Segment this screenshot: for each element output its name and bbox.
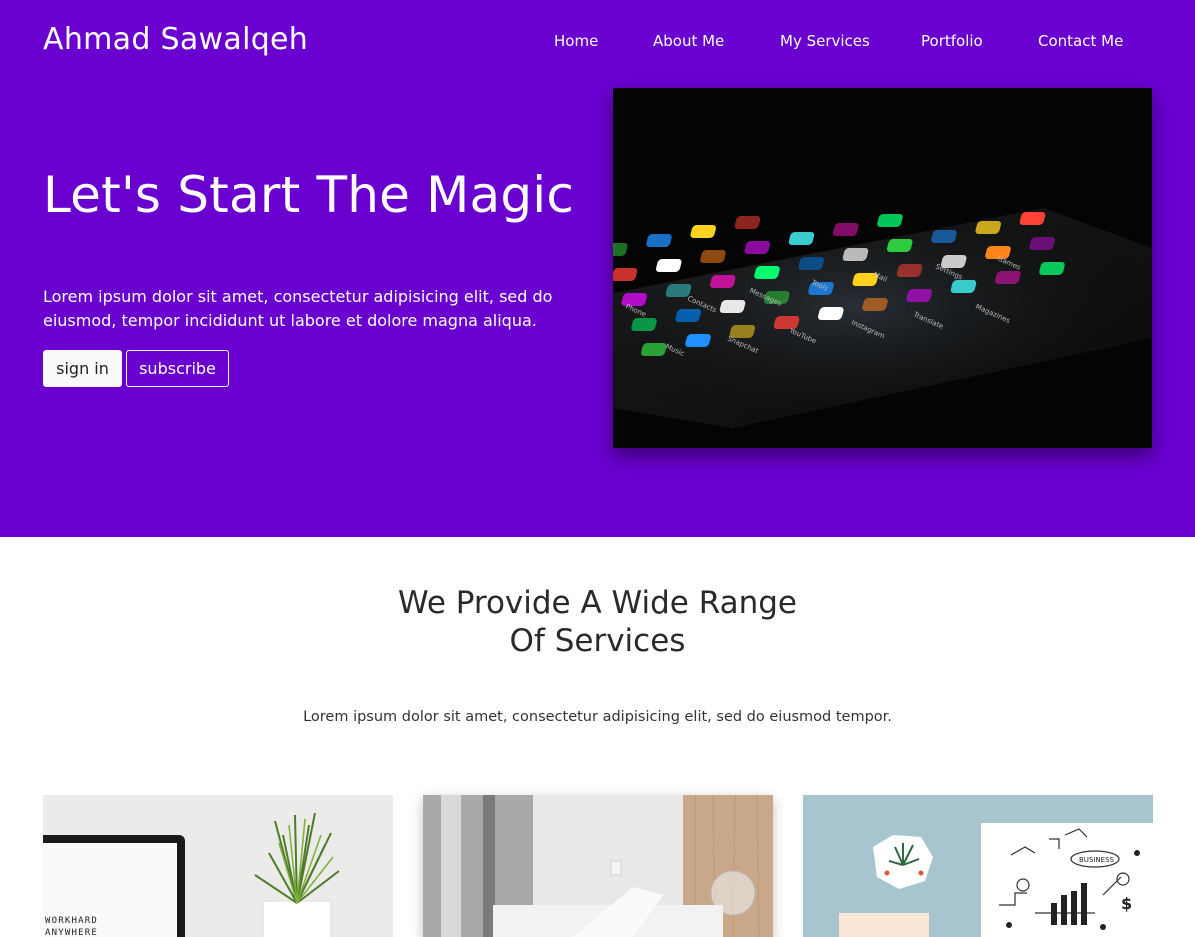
app-icon: [818, 307, 844, 320]
app-icon: [773, 316, 800, 329]
service-card-1-image: WORKHARD ANYWHERE: [43, 795, 393, 937]
svg-text:$: $: [1121, 894, 1132, 913]
app-icon: [798, 257, 824, 270]
app-icon: [896, 264, 923, 277]
app-icon: [1029, 237, 1055, 250]
nav-home[interactable]: Home: [554, 31, 598, 51]
app-icon: [1019, 212, 1046, 225]
nav-about-me[interactable]: About Me: [653, 31, 724, 51]
app-icon: [690, 225, 716, 238]
phone-photo-illustration: Phone Contacts MessagesToolsMail Settings Ga…: [613, 88, 1152, 448]
service-card-3-image: BUSINESS $: [803, 795, 1153, 937]
services-title: We Provide A Wide Range Of Services: [0, 584, 1195, 660]
app-icon: [665, 284, 692, 297]
app-icon: [675, 309, 702, 322]
app-icon: [655, 259, 682, 272]
app-icon: [754, 266, 780, 279]
sign-in-button[interactable]: sign in: [43, 350, 122, 387]
hero-headline: Let's Start The Magic: [43, 166, 575, 224]
nav-portfolio[interactable]: Portfolio: [921, 31, 983, 51]
app-icon: [862, 298, 888, 311]
workhard-text-line-2: ANYWHERE: [45, 928, 98, 937]
app-icon: [631, 318, 657, 331]
app-icon: [877, 214, 903, 227]
services-title-line-1: We Provide A Wide Range: [397, 585, 797, 621]
app-icon: [788, 232, 815, 245]
app-icon: [744, 241, 770, 254]
app-icon: [1039, 262, 1065, 275]
business-sketch-text: BUSINESS: [1079, 856, 1115, 864]
app-icon: [950, 280, 977, 293]
services-title-line-2: Of Services: [509, 623, 686, 659]
app-icon: [832, 223, 859, 236]
app-icon: [931, 230, 957, 243]
services-subtitle: Lorem ipsum dolor sit amet, consectetur …: [303, 709, 892, 725]
app-icon: [685, 334, 711, 347]
hero-phone-image: Phone Contacts Messages Tools Mail Settings Ga…: [613, 88, 1152, 448]
app-icon: [886, 239, 913, 252]
app-icon: [621, 293, 648, 306]
nav-my-services[interactable]: My Services: [780, 31, 870, 51]
app-icon: [710, 275, 736, 288]
laptop-plant-photo: WORKHARD ANYWHERE: [43, 795, 393, 937]
app-icon: [995, 271, 1021, 284]
nav-contact-me[interactable]: Contact Me: [1038, 31, 1123, 51]
app-icon: [613, 268, 638, 281]
service-card-2-image: [423, 795, 773, 937]
hero-lead-text: Lorem ipsum dolor sit amet, consectetur …: [43, 287, 553, 330]
app-icon: [842, 248, 869, 261]
business-sketch-photo: BUSINESS $: [803, 795, 1153, 937]
hero-section: Ahmad Sawalqeh Home About Me My Services…: [0, 0, 1195, 537]
app-icon: [719, 300, 746, 313]
app-icon: [646, 234, 672, 247]
app-icon: [734, 216, 761, 229]
app-icon: [906, 289, 933, 302]
desk-lamp-photo: [423, 795, 773, 937]
app-icon: [700, 250, 726, 263]
workhard-text-line-1: WORKHARD: [45, 916, 98, 926]
app-icon: [641, 343, 667, 356]
main-nav: Home About Me My Services Portfolio Cont…: [0, 31, 1195, 51]
subscribe-button[interactable]: subscribe: [126, 350, 229, 387]
app-icon: [975, 221, 1001, 234]
